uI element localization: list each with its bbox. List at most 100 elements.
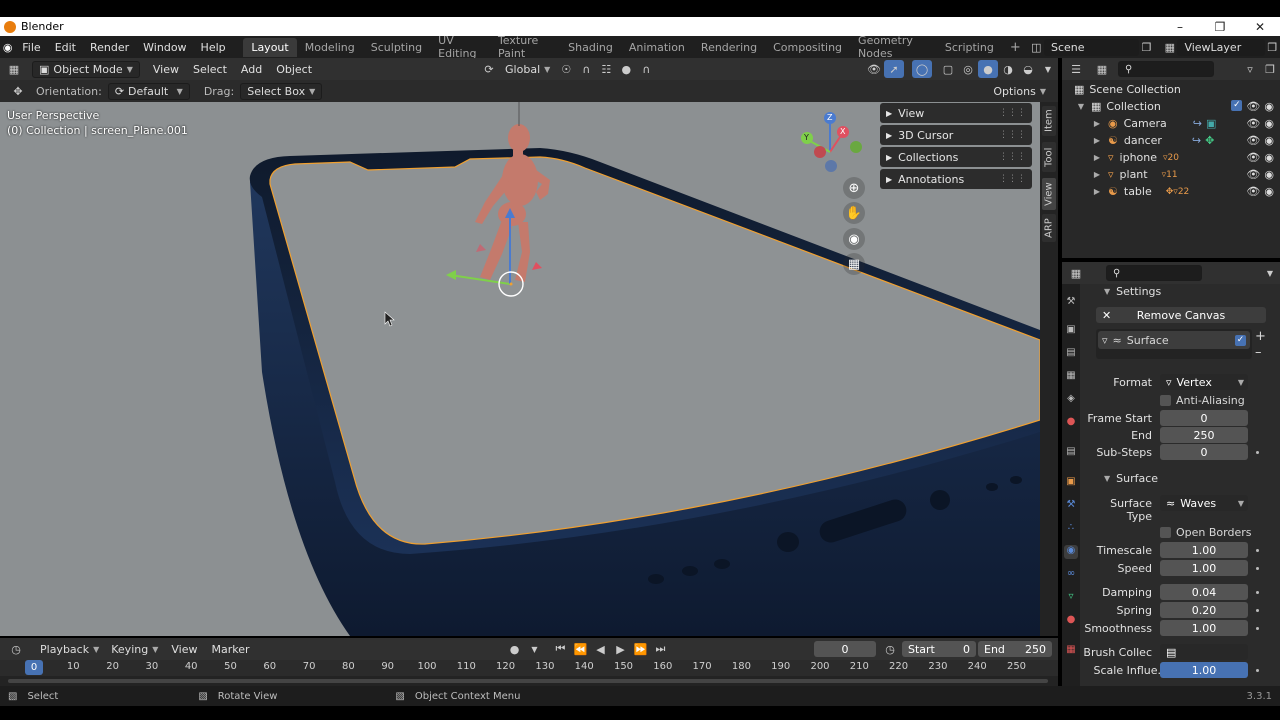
clock-icon[interactable]: ◷: [880, 640, 900, 658]
timeline-menu-marker[interactable]: Marker: [204, 643, 256, 656]
settings-section-header[interactable]: ▼ Settings: [1104, 285, 1161, 298]
timeline-menu-view[interactable]: View: [164, 643, 204, 656]
camera-icon[interactable]: ◉: [1264, 134, 1274, 147]
outliner-search-input[interactable]: ⚲: [1118, 61, 1214, 77]
constraints-tab-icon[interactable]: ∞: [1064, 568, 1078, 582]
timeline-ruler[interactable]: 0 10 20 30 40 50 60 70 80 90 100 110 120 130 140 150 16…: [0, 660, 1058, 676]
blender-menu-icon[interactable]: ◉: [0, 38, 15, 56]
play-icon[interactable]: ▶: [611, 640, 631, 658]
camera-icon[interactable]: ◉: [1264, 168, 1274, 181]
chevron-down-icon[interactable]: ▼: [1260, 264, 1280, 282]
shading-solid-icon[interactable]: ●: [978, 60, 998, 78]
proportional-edit-icon[interactable]: ●: [616, 60, 636, 78]
timeline-scrollbar[interactable]: [0, 676, 1058, 686]
tab-shading[interactable]: Shading: [560, 38, 621, 57]
shading-rendered-icon[interactable]: ◒: [1018, 60, 1038, 78]
jump-start-icon[interactable]: ⏮: [551, 640, 571, 658]
viewport-menu-view[interactable]: View: [146, 63, 186, 76]
add-slot-icon[interactable]: +: [1255, 329, 1266, 344]
open-borders-checkbox-row[interactable]: Open Borders: [1160, 526, 1252, 539]
camera-icon[interactable]: ◉: [1264, 100, 1274, 113]
tab-scripting[interactable]: Scripting: [937, 38, 1002, 57]
tab-item[interactable]: Item: [1042, 106, 1056, 136]
drag-handle-icon[interactable]: ⋮⋮⋮: [999, 174, 1026, 184]
properties-search-input[interactable]: ⚲: [1106, 265, 1202, 281]
jump-end-icon[interactable]: ⏭: [651, 640, 671, 658]
new-collection-icon[interactable]: ❐: [1260, 60, 1280, 78]
filter-icon[interactable]: ▿: [1240, 60, 1260, 78]
editor-type-icon[interactable]: ▦: [4, 60, 24, 78]
tab-arp[interactable]: ARP: [1042, 214, 1056, 242]
keyframe-dot-icon[interactable]: [1256, 591, 1259, 594]
eye-icon[interactable]: 👁: [1246, 134, 1260, 147]
add-workspace-icon[interactable]: +: [1002, 37, 1029, 58]
open-borders-checkbox[interactable]: [1160, 527, 1171, 538]
chevron-right-icon[interactable]: ▶: [1092, 136, 1102, 145]
eye-icon[interactable]: 👁: [1246, 100, 1260, 113]
drag-dropdown[interactable]: Select Box ▼: [240, 82, 323, 100]
shading-wireframe-icon[interactable]: ◎: [958, 60, 978, 78]
drag-handle-icon[interactable]: ⋮⋮⋮: [999, 108, 1026, 118]
outliner-scene-collection[interactable]: ▦ Scene Collection: [1062, 81, 1280, 98]
physics-tab-icon[interactable]: ◉: [1064, 545, 1078, 559]
anti-aliasing-checkbox-row[interactable]: Anti-Aliasing: [1160, 394, 1245, 407]
tab-rendering[interactable]: Rendering: [693, 38, 765, 57]
outliner-item-table[interactable]: ▶ ☯ table ✥▿22 👁 ◉: [1062, 183, 1280, 200]
material-tab-icon[interactable]: ●: [1064, 614, 1078, 628]
keyframe-dot-icon[interactable]: [1256, 567, 1259, 570]
chevron-down-icon[interactable]: ▼: [1076, 102, 1086, 111]
viewport-menu-add[interactable]: Add: [234, 63, 269, 76]
panel-view[interactable]: ▶ View ⋮⋮⋮: [880, 103, 1032, 123]
camera-icon[interactable]: ◉: [1264, 117, 1274, 130]
close-icon[interactable]: ✕: [1240, 20, 1280, 34]
maximize-icon[interactable]: ❐: [1200, 20, 1240, 34]
falloff-icon[interactable]: ∩: [636, 60, 656, 78]
transform-orientation-dropdown[interactable]: Global ▼: [499, 62, 556, 77]
viewlayer-copy-icon[interactable]: ❐: [1265, 38, 1280, 56]
chevron-right-icon[interactable]: ▶: [1092, 153, 1102, 162]
spring-field[interactable]: 0.20: [1160, 602, 1248, 618]
eye-icon[interactable]: 👁: [1246, 151, 1260, 164]
drag-handle-icon[interactable]: ⋮⋮⋮: [999, 152, 1026, 162]
surface-active-checkbox[interactable]: ✓: [1235, 334, 1246, 346]
viewlayer-icon[interactable]: ▦: [1162, 38, 1177, 56]
editor-type-icon[interactable]: ◷: [6, 640, 26, 658]
camera-view-icon[interactable]: ◉: [843, 228, 865, 250]
viewport-menu-object[interactable]: Object: [269, 63, 319, 76]
particles-tab-icon[interactable]: ∴: [1064, 522, 1078, 536]
timeline-menu-keying[interactable]: Keying ▼: [105, 642, 164, 657]
orientation-dropdown[interactable]: ⟳ Default ▼: [107, 82, 190, 100]
include-checkbox[interactable]: ✓: [1231, 100, 1243, 111]
camera-icon[interactable]: ◉: [1264, 185, 1274, 198]
scene-copy-icon[interactable]: ❐: [1139, 38, 1154, 56]
snap-icon[interactable]: ∩: [576, 60, 596, 78]
menu-window[interactable]: Window: [136, 41, 193, 54]
surface-slot[interactable]: ▿ ≈ Surface ✓: [1098, 331, 1250, 349]
remove-canvas-button[interactable]: ✕ Remove Canvas: [1096, 307, 1266, 323]
tab-layout[interactable]: Layout: [243, 37, 297, 57]
timeline-menu-playback[interactable]: Playback ▼: [34, 642, 105, 657]
overlay-toggle-icon[interactable]: ◯: [912, 60, 932, 78]
play-reverse-icon[interactable]: ◀: [591, 640, 611, 658]
timeline-scroll-thumb[interactable]: [8, 679, 1048, 683]
chevron-right-icon[interactable]: ▶: [1092, 187, 1102, 196]
end-frame-field[interactable]: End 250: [978, 641, 1052, 657]
scene-icon[interactable]: ◫: [1029, 38, 1044, 56]
display-mode-icon[interactable]: ▦: [1092, 60, 1112, 78]
eye-icon[interactable]: 👁: [1246, 185, 1260, 198]
tab-modeling[interactable]: Modeling: [297, 38, 363, 57]
eye-icon[interactable]: 👁: [1246, 117, 1260, 130]
pan-hand-icon[interactable]: ✋: [843, 202, 865, 224]
shading-options-icon[interactable]: ▼: [1038, 60, 1058, 78]
keyframe-dot-icon[interactable]: [1256, 549, 1259, 552]
viewport-menu-select[interactable]: Select: [186, 63, 234, 76]
transform-tool-icon[interactable]: ✥: [8, 82, 28, 100]
tab-sculpting[interactable]: Sculpting: [363, 38, 430, 57]
outliner-item-iphone[interactable]: ▶ ▿ iphone ▿20 👁 ◉: [1062, 149, 1280, 166]
scale-influence-field[interactable]: 1.00: [1160, 662, 1248, 678]
surface-type-dropdown[interactable]: ≈ Waves ▼: [1160, 495, 1248, 511]
tool-tab-icon[interactable]: ⚒: [1064, 296, 1078, 310]
object-tab-icon[interactable]: ▣: [1064, 476, 1078, 490]
remove-slot-icon[interactable]: –: [1255, 345, 1262, 360]
3d-viewport[interactable]: User Perspective (0) Collection | screen…: [0, 102, 1040, 636]
